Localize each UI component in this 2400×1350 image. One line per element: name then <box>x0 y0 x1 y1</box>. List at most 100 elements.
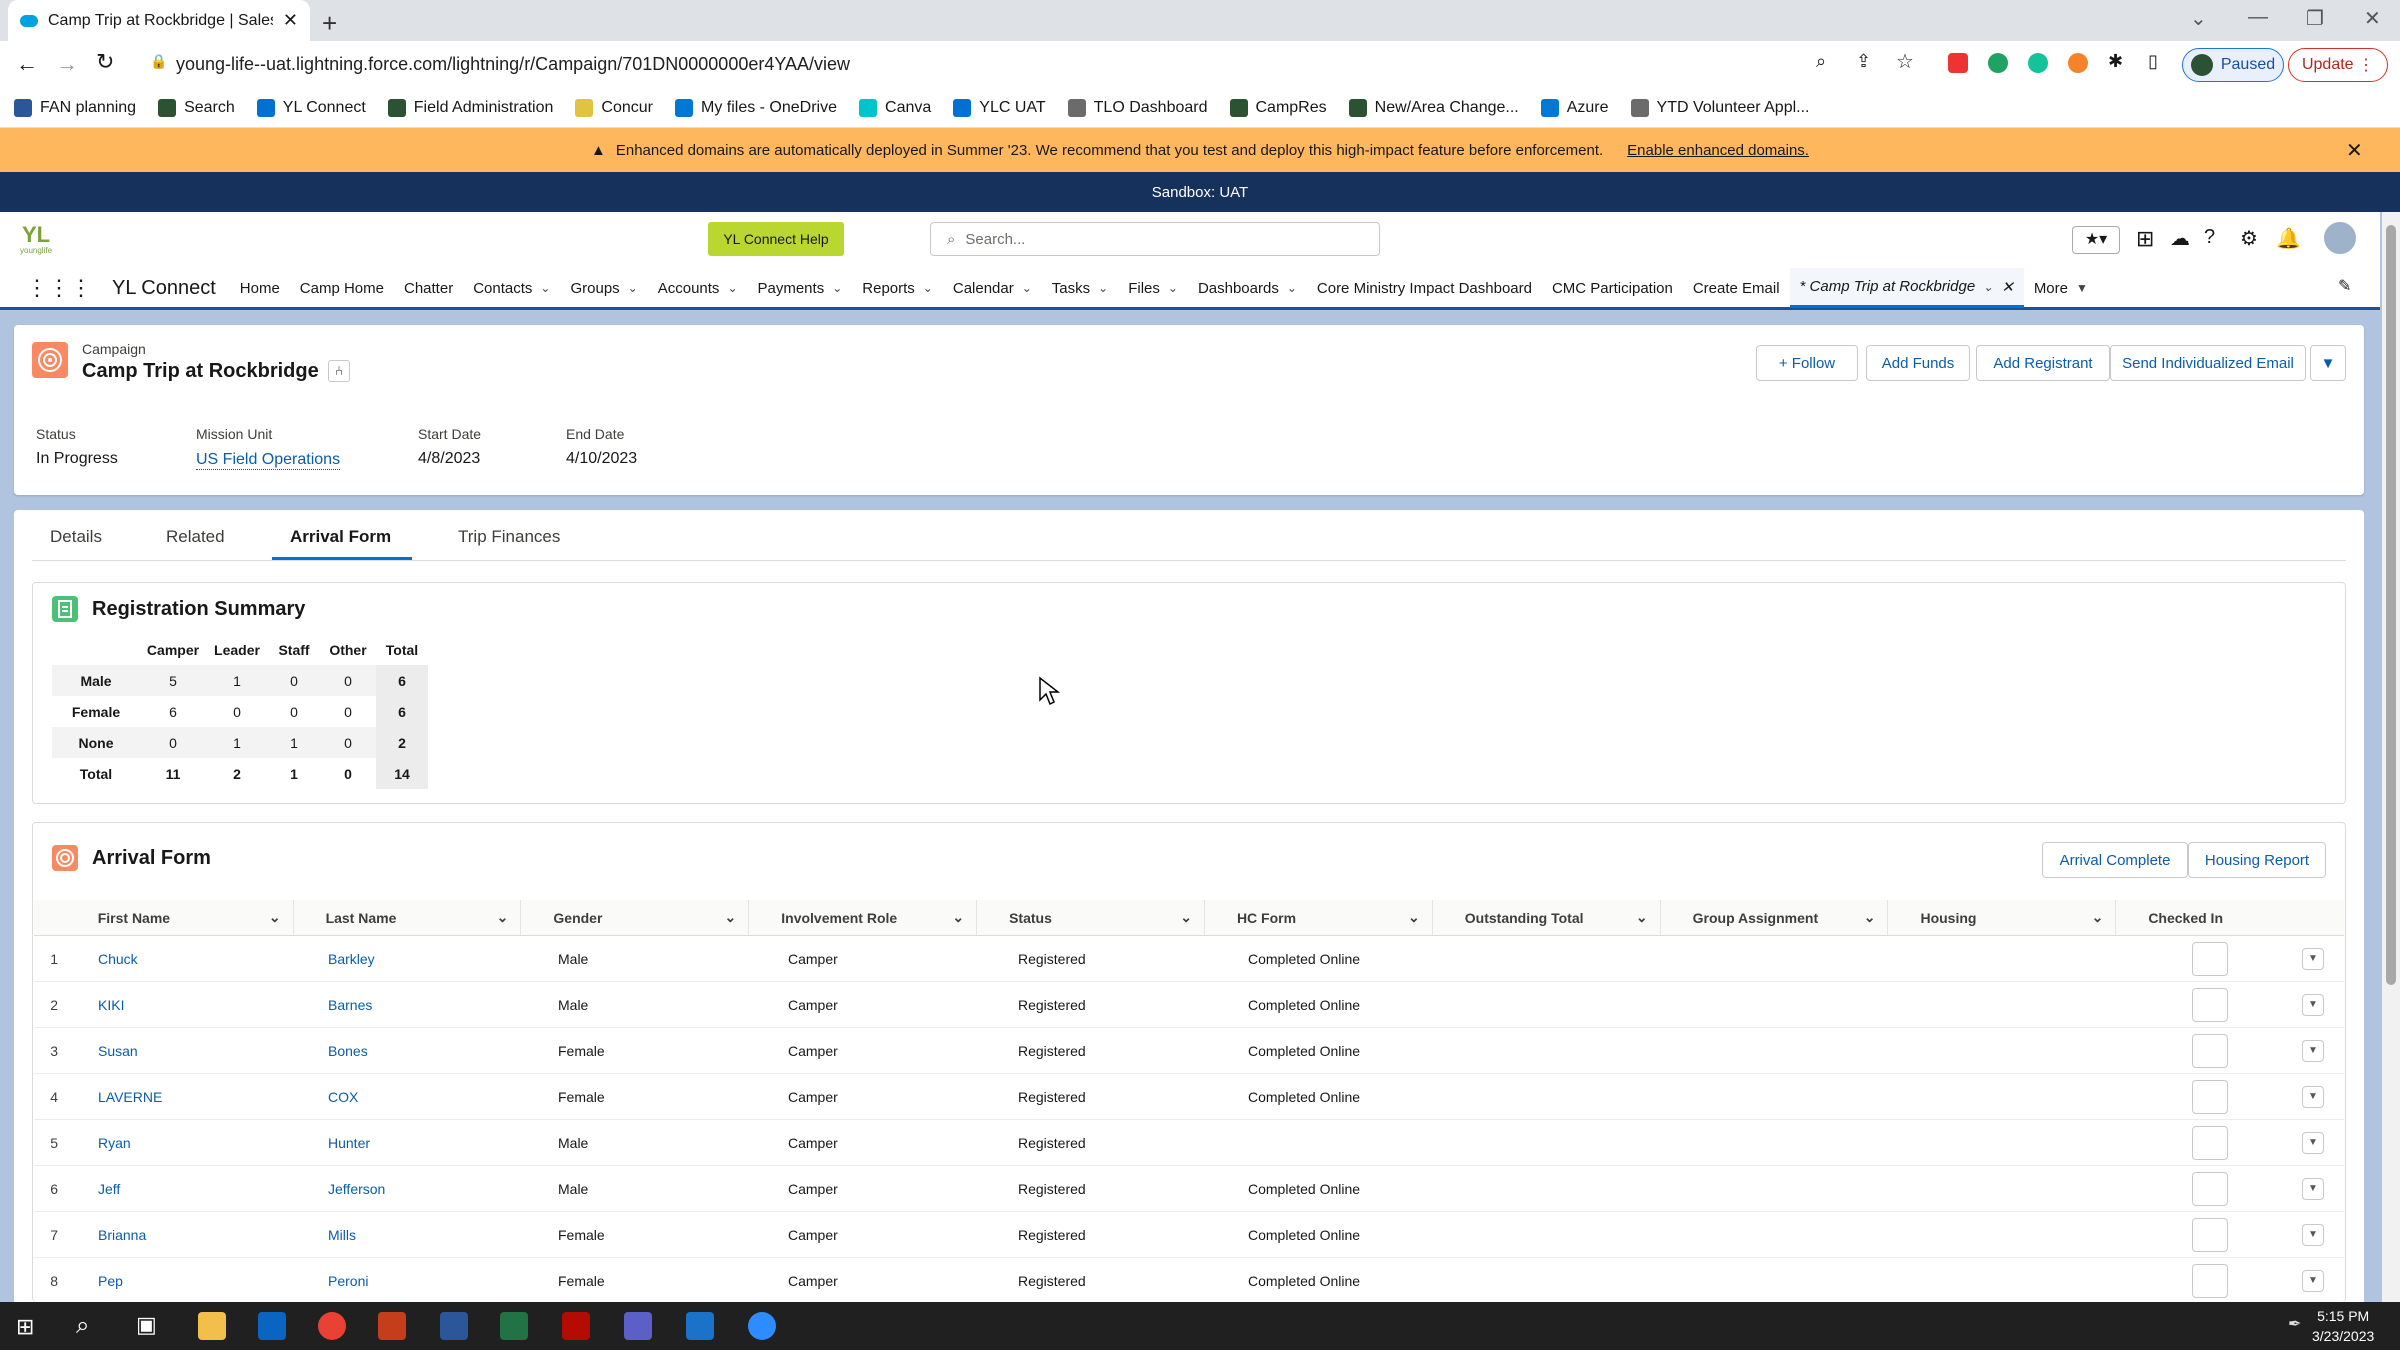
nav-tab-calendar[interactable]: Calendar ⌄ <box>943 268 1042 308</box>
outlook-icon[interactable] <box>258 1312 286 1340</box>
add-registrant-button[interactable]: Add Registrant <box>1976 345 2110 381</box>
chevron-down-icon[interactable]: ⌄ <box>1168 281 1178 295</box>
file-explorer-icon[interactable] <box>198 1312 226 1340</box>
tab-related[interactable]: Related <box>166 527 225 547</box>
chevron-down-icon[interactable]: ⌄ <box>1864 909 1876 926</box>
bookmark-item[interactable]: Field Administration <box>387 98 553 117</box>
yl-connect-help-button[interactable]: YL Connect Help <box>708 222 844 256</box>
row-actions-dropdown-icon[interactable]: ▼ <box>2302 1039 2324 1062</box>
checked-in-checkbox[interactable] <box>2192 1125 2228 1160</box>
nav-tab-accounts[interactable]: Accounts ⌄ <box>648 268 748 308</box>
nav-tab-files[interactable]: Files ⌄ <box>1118 268 1188 308</box>
nav-tab-groups[interactable]: Groups ⌄ <box>560 268 647 308</box>
forward-icon[interactable]: → <box>56 51 78 77</box>
nav-tab-home[interactable]: Home <box>230 268 290 308</box>
row-actions-dropdown-icon[interactable]: ▼ <box>2302 1223 2324 1246</box>
chevron-down-icon[interactable]: ⌄ <box>1180 909 1192 926</box>
checked-in-checkbox[interactable] <box>2192 1263 2228 1298</box>
url-text[interactable]: young-life--uat.lightning.force.com/ligh… <box>176 54 850 75</box>
column-header[interactable]: Outstanding Total ⌄ <box>1433 900 1661 935</box>
cell-last[interactable]: Mills <box>296 1212 526 1257</box>
column-header[interactable]: Group Assignment ⌄ <box>1661 900 1889 935</box>
chevron-down-icon[interactable]: ⌄ <box>727 281 737 295</box>
cell-first[interactable]: Ryan <box>66 1120 296 1165</box>
bookmark-item[interactable]: YLC UAT <box>953 98 1046 117</box>
row-actions-dropdown-icon[interactable]: ▼ <box>2302 1085 2324 1108</box>
zoom-icon[interactable]: ⌕ <box>1816 51 1826 72</box>
reload-icon[interactable]: ↻ <box>96 49 114 75</box>
cell-last[interactable]: Bones <box>296 1028 526 1073</box>
zoom-app-icon[interactable] <box>748 1312 776 1340</box>
chevron-down-icon[interactable]: ⌄ <box>1983 280 1993 294</box>
close-tab-icon[interactable]: ✕ <box>2001 278 2014 296</box>
nav-tab-cmc-participation[interactable]: CMC Participation <box>1542 268 1683 308</box>
cell-last[interactable]: Hunter <box>296 1120 526 1165</box>
nav-tab-tasks[interactable]: Tasks ⌄ <box>1042 268 1118 308</box>
column-header[interactable]: HC Form ⌄ <box>1205 900 1433 935</box>
column-header[interactable]: Involvement Role ⌄ <box>749 900 978 935</box>
bookmark-item[interactable]: New/Area Change... <box>1348 98 1519 117</box>
chevron-down-icon[interactable]: ⌄ <box>1022 281 1032 295</box>
tab-details[interactable]: Details <box>50 527 102 547</box>
bookmark-item[interactable]: CampRes <box>1229 98 1327 117</box>
checked-in-checkbox[interactable] <box>2192 1171 2228 1206</box>
cell-last[interactable]: Barnes <box>296 982 526 1027</box>
nav-tab-contacts[interactable]: Contacts ⌄ <box>463 268 560 308</box>
excel-icon[interactable] <box>500 1312 528 1340</box>
bookmark-item[interactable]: TLO Dashboard <box>1067 98 1208 117</box>
bookmark-item[interactable]: Canva <box>859 98 931 117</box>
powerpoint-icon[interactable] <box>378 1312 406 1340</box>
cell-first[interactable]: Jeff <box>66 1166 296 1211</box>
back-icon[interactable]: ← <box>16 51 38 77</box>
teams-icon[interactable] <box>624 1312 652 1340</box>
nav-tab-chatter[interactable]: Chatter <box>394 268 463 308</box>
checked-in-checkbox[interactable] <box>2192 941 2228 976</box>
chevron-down-icon[interactable]: ⌄ <box>1287 281 1297 295</box>
young-life-logo[interactable]: YL younglife <box>18 220 58 256</box>
bookmark-item[interactable]: Concur <box>575 98 653 117</box>
chrome-icon[interactable] <box>318 1312 346 1340</box>
column-header[interactable]: Status ⌄ <box>977 900 1205 935</box>
minimize-icon[interactable]: — <box>2248 6 2268 29</box>
column-header[interactable]: Gender ⌄ <box>521 900 750 935</box>
chevron-down-icon[interactable]: ⌄ <box>952 909 964 926</box>
page-scrollbar-thumb[interactable] <box>2386 225 2396 985</box>
checked-in-checkbox[interactable] <box>2192 1079 2228 1114</box>
row-actions-dropdown-icon[interactable]: ▼ <box>2302 1269 2324 1292</box>
chevron-down-icon[interactable]: ⌄ <box>269 909 281 926</box>
setup-gear-icon[interactable]: ⚙ <box>2240 226 2258 251</box>
follow-button[interactable]: + Follow <box>1756 345 1858 381</box>
update-button[interactable]: Update ⋮ <box>2288 48 2388 82</box>
search-icon[interactable]: ⌕ <box>76 1312 89 1340</box>
lock-icon[interactable]: 🔒 <box>150 53 167 70</box>
pen-icon[interactable]: ✒ <box>2288 1314 2301 1334</box>
browser-tab[interactable]: Camp Trip at Rockbridge | Salesf ✕ <box>8 0 310 41</box>
cell-last[interactable]: Jefferson <box>296 1166 526 1211</box>
chevron-down-icon[interactable]: ⌄ <box>2092 909 2104 926</box>
extension-icon[interactable] <box>1948 53 1968 73</box>
bookmark-item[interactable]: Search <box>158 98 235 117</box>
trailhead-icon[interactable]: ☁ <box>2170 226 2190 251</box>
chevron-down-icon[interactable]: ⌄ <box>725 909 737 926</box>
close-window-icon[interactable]: ✕ <box>2364 6 2381 31</box>
row-actions-dropdown-icon[interactable]: ▼ <box>2302 1177 2324 1200</box>
task-view-icon[interactable]: ▣ <box>136 1312 157 1338</box>
profile-paused-button[interactable]: Paused <box>2182 48 2284 82</box>
bookmark-item[interactable]: My files - OneDrive <box>674 98 837 117</box>
arrival-complete-button[interactable]: Arrival Complete <box>2042 842 2188 878</box>
cell-last[interactable]: COX <box>296 1074 526 1119</box>
tab-trip-finances[interactable]: Trip Finances <box>458 527 560 547</box>
app-launcher-icon[interactable]: ⋮⋮⋮ <box>0 268 102 308</box>
row-actions-dropdown-icon[interactable]: ▼ <box>2302 993 2324 1016</box>
column-header[interactable]: Housing ⌄ <box>1888 900 2117 935</box>
row-actions-dropdown-icon[interactable]: ▼ <box>2302 947 2324 970</box>
cell-last[interactable]: Barkley <box>296 936 526 981</box>
global-search-input[interactable]: ⌕ Search... <box>930 222 1380 256</box>
help-icon[interactable]: ? <box>2204 226 2215 249</box>
checked-in-checkbox[interactable] <box>2192 987 2228 1022</box>
enable-enhanced-domains-link[interactable]: Enable enhanced domains. <box>1627 142 1809 159</box>
acrobat-icon[interactable] <box>562 1312 590 1340</box>
sidepanel-icon[interactable]: ▯ <box>2148 51 2158 72</box>
nav-tab-payments[interactable]: Payments ⌄ <box>748 268 853 308</box>
nav-tab-camp-home[interactable]: Camp Home <box>290 268 394 308</box>
